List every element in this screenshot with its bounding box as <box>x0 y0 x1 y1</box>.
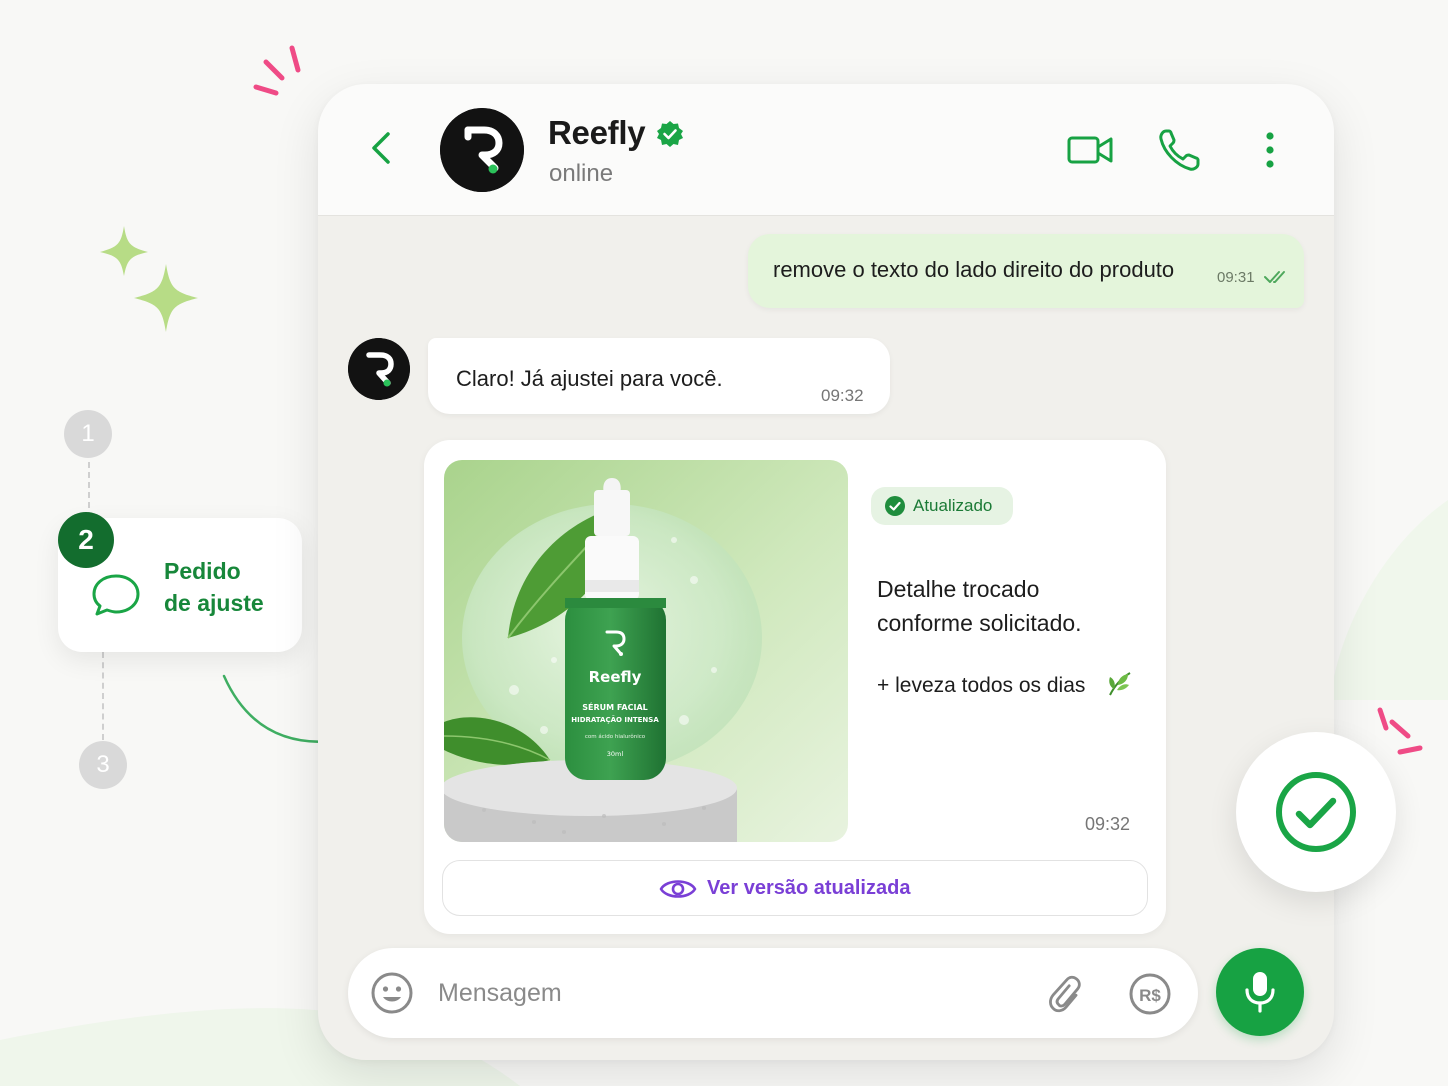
step-2-indicator: 2 <box>58 512 114 568</box>
status-badge-label: Atualizado <box>913 496 993 515</box>
bottle-line1: SÉRUM FACIAL <box>582 701 648 712</box>
status-badge: Atualizado <box>871 487 1013 525</box>
star-sparkles-icon <box>100 226 198 332</box>
back-arrow-icon[interactable] <box>364 130 400 166</box>
phone-icon[interactable] <box>1156 126 1204 174</box>
microphone-icon <box>1245 972 1275 1013</box>
card-tagline: + leveza todos os dias <box>877 674 1086 697</box>
emoji-icon[interactable] <box>370 971 414 1015</box>
step-label-line2: de ajuste <box>164 590 264 616</box>
double-check-icon <box>1264 271 1285 283</box>
currency-icon[interactable]: R$ <box>1128 972 1172 1016</box>
product-image[interactable]: Reefly SÉRUM FACIAL HIDRATAÇÃO INTENSA c… <box>444 460 848 842</box>
more-vertical-icon[interactable] <box>1246 126 1294 174</box>
card-text-line2: conforme solicitado. <box>877 610 1082 636</box>
sender-avatar[interactable] <box>348 338 410 400</box>
view-updated-version-button[interactable]: Ver versão atualizada <box>442 860 1148 916</box>
chat-header: Reefly online <box>318 84 1334 216</box>
contact-name: Reefly <box>548 114 646 151</box>
paperclip-icon[interactable] <box>1046 974 1088 1016</box>
chat-window: Reefly online remove o texto do lado dir… <box>318 84 1334 1060</box>
step-3-indicator: 3 <box>79 741 127 789</box>
bottle-line3: com ácido hialurônico <box>585 733 646 740</box>
approved-indicator <box>1236 732 1396 892</box>
card-message-time: 09:32 <box>1085 814 1131 834</box>
bottle-brand: Reefly <box>589 668 642 686</box>
avatar[interactable] <box>440 108 524 192</box>
herb-leaf-icon <box>1109 672 1131 696</box>
contact-status: online <box>549 160 614 187</box>
sparkle-lines-icon-right <box>1377 707 1423 755</box>
incoming-message-text: Claro! Já ajustei para você. <box>456 366 723 391</box>
step-connector <box>102 652 104 740</box>
card-text-line1: Detalhe trocado <box>877 576 1040 602</box>
step-1-indicator: 1 <box>64 410 112 458</box>
microphone-button[interactable] <box>1216 948 1304 1036</box>
view-updated-version-label: Ver versão atualizada <box>707 877 911 899</box>
step-label-line1: Pedido <box>164 558 241 584</box>
incoming-message[interactable]: Claro! Já ajustei para você. 09:32 <box>428 338 890 414</box>
bottle-line2: HIDRATAÇÃO INTENSA <box>571 715 659 724</box>
outgoing-message-text: remove o texto do lado direito do produt… <box>773 257 1175 282</box>
step-connector <box>88 462 90 518</box>
outgoing-message-time: 09:31 <box>1217 269 1255 286</box>
verified-badge-icon <box>657 121 683 147</box>
currency-icon-text: R$ <box>1139 986 1161 1005</box>
chat-bubble-icon <box>92 574 140 616</box>
eye-icon <box>659 880 697 898</box>
sparkle-lines-icon <box>253 45 301 96</box>
outgoing-message[interactable]: remove o texto do lado direito do produt… <box>748 234 1304 308</box>
incoming-message-time: 09:32 <box>821 386 864 405</box>
check-circle-icon <box>885 496 905 516</box>
check-circle-icon <box>1276 772 1356 852</box>
message-input[interactable] <box>438 970 998 1016</box>
product-update-card: Reefly SÉRUM FACIAL HIDRATAÇÃO INTENSA c… <box>424 440 1166 934</box>
bottle-volume: 30ml <box>607 750 624 758</box>
video-call-icon[interactable] <box>1066 126 1114 174</box>
message-composer: R$ <box>348 948 1198 1038</box>
